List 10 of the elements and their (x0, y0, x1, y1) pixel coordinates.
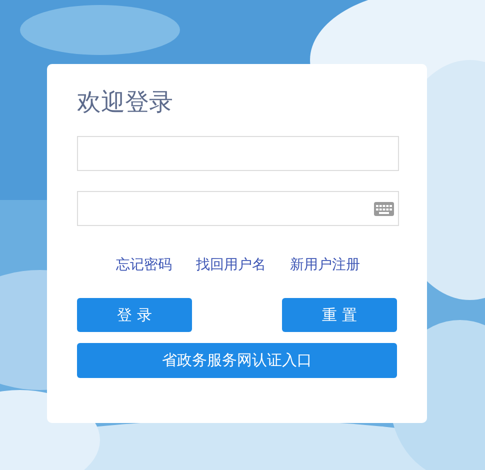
reset-button[interactable]: 重 置 (282, 298, 397, 332)
login-title: 欢迎登录 (77, 87, 174, 118)
account-link[interactable]: 忘记密码 (116, 256, 172, 274)
portal-login-button[interactable]: 省政务服务网认证入口 (77, 343, 397, 378)
account-link[interactable]: 找回用户名 (196, 256, 266, 274)
login-button[interactable]: 登 录 (77, 298, 192, 332)
account-link[interactable]: 新用户注册 (290, 256, 360, 274)
password-field[interactable] (77, 191, 399, 226)
keyboard-icon[interactable] (374, 202, 394, 216)
username-field[interactable] (77, 136, 399, 171)
